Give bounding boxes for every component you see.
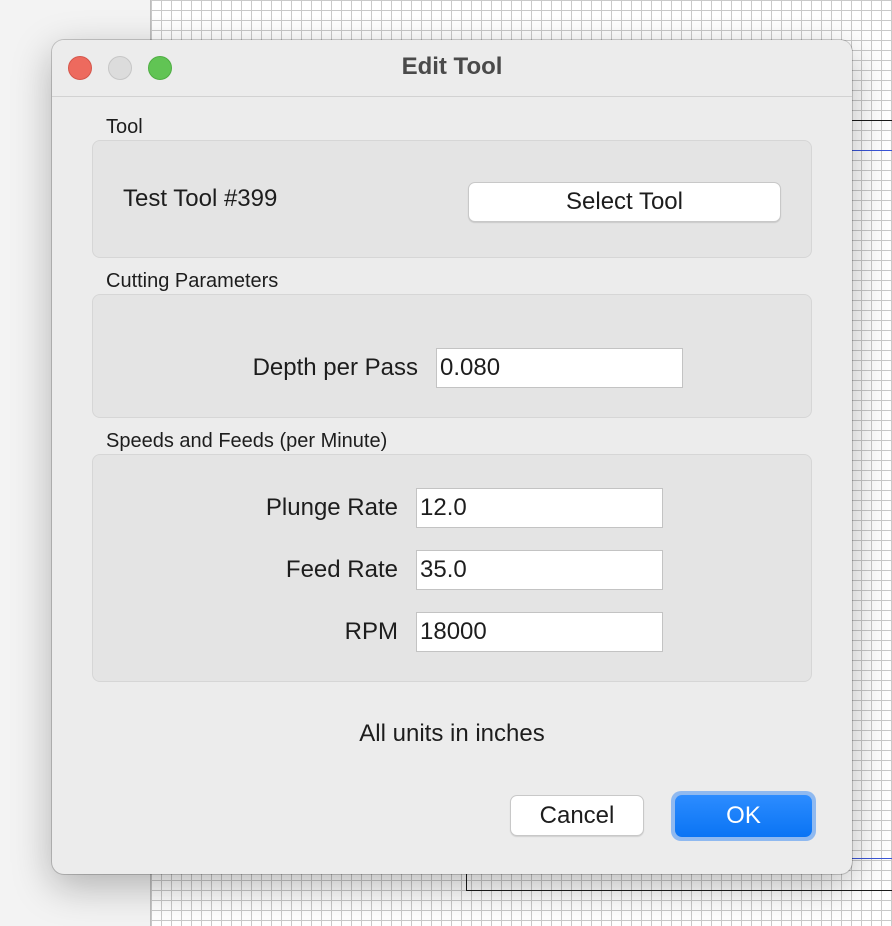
feed-rate-input[interactable] <box>416 550 663 590</box>
cutting-parameters-section-label: Cutting Parameters <box>106 270 279 292</box>
edit-tool-dialog: Edit Tool Tool Test Tool #399 Select Too… <box>52 40 852 874</box>
select-tool-button[interactable]: Select Tool <box>468 182 781 222</box>
units-note: All units in inches <box>359 720 545 747</box>
ok-button[interactable]: OK <box>675 795 812 837</box>
rpm-label: RPM <box>344 618 398 645</box>
cutting-parameters-group-box: Depth per Pass <box>92 294 812 418</box>
ok-button-focus-ring: OK <box>671 791 816 841</box>
plunge-rate-label: Plunge Rate <box>265 494 398 521</box>
tool-name-label: Test Tool #399 <box>123 185 278 212</box>
speeds-and-feeds-group-box: Plunge Rate Feed Rate RPM <box>92 454 812 682</box>
plunge-rate-input[interactable] <box>416 488 663 528</box>
title-bar: Edit Tool <box>52 40 852 97</box>
tool-group-box: Test Tool #399 Select Tool <box>92 140 812 258</box>
background-shape-outline <box>850 120 892 151</box>
depth-per-pass-label: Depth per Pass <box>252 354 418 381</box>
window-title: Edit Tool <box>401 53 503 80</box>
rpm-input[interactable] <box>416 612 663 652</box>
feed-rate-label: Feed Rate <box>285 556 398 583</box>
tool-section-label: Tool <box>106 116 143 138</box>
depth-per-pass-input[interactable] <box>436 348 683 388</box>
speeds-and-feeds-section-label: Speeds and Feeds (per Minute) <box>106 430 388 452</box>
cancel-button[interactable]: Cancel <box>510 795 644 836</box>
